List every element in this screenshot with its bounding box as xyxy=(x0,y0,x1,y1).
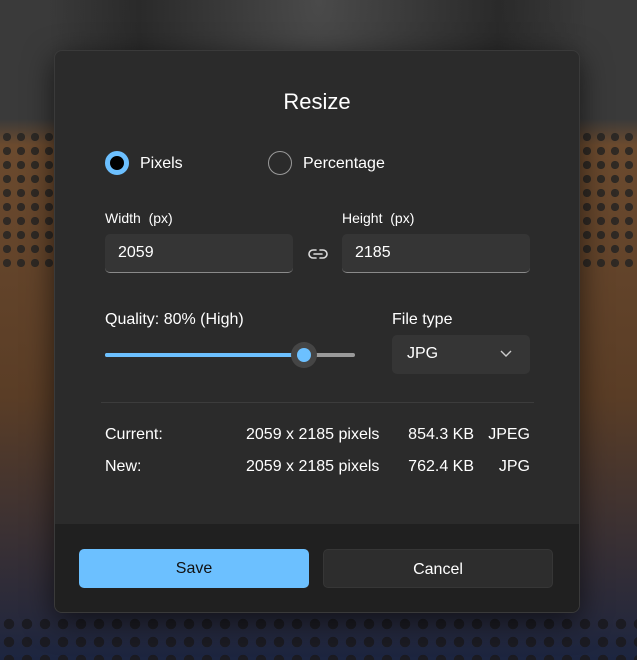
quality-label: Quality: 80% (High) xyxy=(105,311,244,328)
quality-slider[interactable] xyxy=(105,342,355,368)
width-label: Width (px) xyxy=(105,210,173,226)
height-label: Height (px) xyxy=(342,210,415,226)
background-image xyxy=(0,130,60,270)
cancel-button[interactable]: Cancel xyxy=(323,549,553,588)
height-input[interactable]: 2185 xyxy=(342,234,530,273)
chevron-down-icon xyxy=(500,350,512,357)
info-row-dimensions: 2059 x 2185 pixels xyxy=(246,458,380,475)
radio-pixels-label[interactable]: Pixels xyxy=(140,155,183,173)
background-image xyxy=(0,615,637,660)
info-row-label: New: xyxy=(105,458,142,475)
quality-slider-fill xyxy=(105,353,305,357)
radio-percentage-label[interactable]: Percentage xyxy=(303,155,385,173)
info-row-format: JPG xyxy=(498,458,530,475)
info-row-size: 762.4 KB xyxy=(408,458,474,475)
radio-percentage[interactable] xyxy=(268,151,292,175)
resize-dialog: Resize Pixels Percentage Width (px) Heig… xyxy=(54,50,580,613)
link-icon[interactable] xyxy=(307,244,329,264)
radio-pixels[interactable] xyxy=(105,151,129,175)
info-row-format: JPEG xyxy=(488,426,530,443)
info-row-label: Current: xyxy=(105,426,163,443)
info-row-size: 854.3 KB xyxy=(408,426,474,443)
file-type-label: File type xyxy=(392,311,453,328)
save-button[interactable]: Save xyxy=(79,549,309,588)
divider xyxy=(101,402,534,403)
dialog-footer: Save Cancel xyxy=(55,524,579,612)
file-type-dropdown[interactable]: JPG xyxy=(392,335,530,374)
width-input[interactable]: 2059 xyxy=(105,234,293,273)
quality-slider-thumb[interactable] xyxy=(291,342,318,368)
file-type-value: JPG xyxy=(407,345,439,362)
info-row-dimensions: 2059 x 2185 pixels xyxy=(246,426,380,443)
background-image xyxy=(580,130,637,270)
dialog-title: Resize xyxy=(283,89,351,114)
